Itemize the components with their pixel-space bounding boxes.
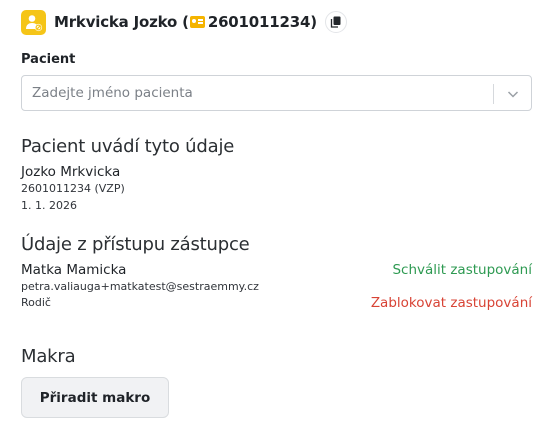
select-separator [493,84,494,104]
patient-reported-insurance: 2601011234 (VZP) [21,182,125,195]
patient-reported-name: Jozko Mrkvicka [21,164,121,180]
insurance-number: 2601011234 [207,13,311,31]
patient-title: Mrkvicka Jozko ( 2601011234 ) [54,13,317,31]
patient-header: Mrkvicka Jozko ( 2601011234 ) [21,9,347,35]
patient-select-placeholder: Zadejte jméno pacienta [32,85,193,101]
id-card-icon [189,16,205,28]
representative-name: Matka Mamicka [21,262,127,278]
assign-macro-button[interactable]: Přiradit makro [21,377,169,418]
chevron-down-icon[interactable] [507,88,519,100]
macros-title: Makra [21,346,76,367]
patient-select[interactable]: Zadejte jméno pacienta [21,75,532,111]
block-representation-link[interactable]: Zablokovat zastupování [371,295,532,311]
representative-title: Údaje z přístupu zástupce [21,234,250,255]
user-blocked-icon [21,9,46,35]
representative-email: petra.valiauga+matkatest@sestraemmy.cz [21,280,259,293]
patient-reported-title: Pacient uvádí tyto údaje [21,136,235,157]
approve-representation-link[interactable]: Schválit zastupování [392,262,532,278]
open-paren: ( [177,13,189,31]
patient-field-label: Pacient [21,52,76,67]
close-paren: ) [310,13,317,31]
patient-name: Mrkvicka Jozko [54,13,178,31]
patient-reported-birth-date: 1. 1. 2026 [21,199,77,212]
copy-icon [330,16,341,28]
copy-button[interactable] [324,11,347,33]
representative-relation: Rodič [21,296,51,309]
